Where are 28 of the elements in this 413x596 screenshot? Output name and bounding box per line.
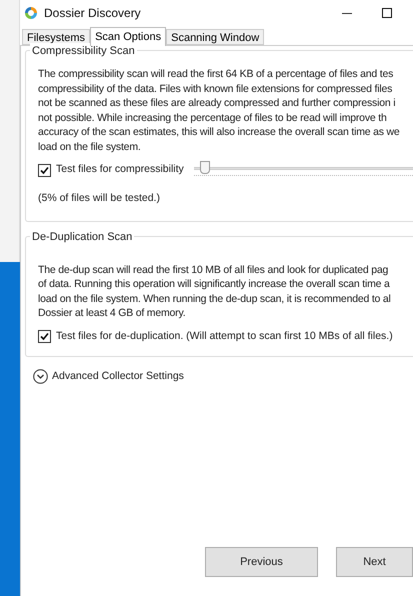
checkbox-label: Test files for compressibility: [56, 162, 184, 178]
window-title: Dossier Discovery: [44, 5, 141, 22]
expand-chevron-icon: [33, 369, 48, 384]
tab[interactable]: Scanning Window: [166, 29, 264, 45]
description-line: not possible. While increasing the percentage of files to be read will improve th: [38, 110, 388, 125]
checkbox-label: Test files for de-duplication. (Will attempt to scan first 10 MBs of all files.): [56, 328, 393, 344]
description-line: accuracy of the scan estimates, this will also increase the overall scan time as we: [38, 125, 401, 140]
description-line: of data. Running this operation will significantly increase the overall scan time a: [38, 277, 391, 292]
advanced-settings-toggle[interactable]: Advanced Collector Settings: [33, 368, 184, 384]
note-text: (5% of files will be tested.): [38, 191, 161, 206]
slider[interactable]: [194, 161, 413, 179]
checkbox[interactable]: [38, 164, 51, 176]
minimize-icon: [342, 12, 352, 14]
description-line: The de-dup scan will read the first 10 MB of all files and look for duplicated pag: [38, 262, 390, 278]
description-line: compressibility of the data. Files with known file extensions for compressed files: [38, 82, 394, 96]
wizard-button[interactable]: Next: [336, 547, 413, 577]
slider-thumb[interactable]: [200, 161, 210, 174]
maximize-icon: [382, 8, 392, 18]
description-line: load on the file system. When running the de-dup scan, it is recommended to al: [38, 292, 392, 306]
group-title: Compressibility Scan: [30, 43, 137, 60]
description-line: The compressibility scan will read the first 64 KB of a percentage of files and tes: [38, 67, 394, 82]
wizard-button[interactable]: Previous: [205, 547, 318, 577]
description-line: not be scanned as these files are already compressed and further compression i: [38, 96, 396, 110]
app-logo-icon: [24, 6, 38, 20]
checkbox[interactable]: [38, 330, 51, 344]
tab[interactable]: Scan Options: [90, 27, 166, 46]
description-line: Dossier at least 4 GB of memory.: [38, 306, 186, 321]
description-line: load on the file system.: [38, 140, 142, 154]
